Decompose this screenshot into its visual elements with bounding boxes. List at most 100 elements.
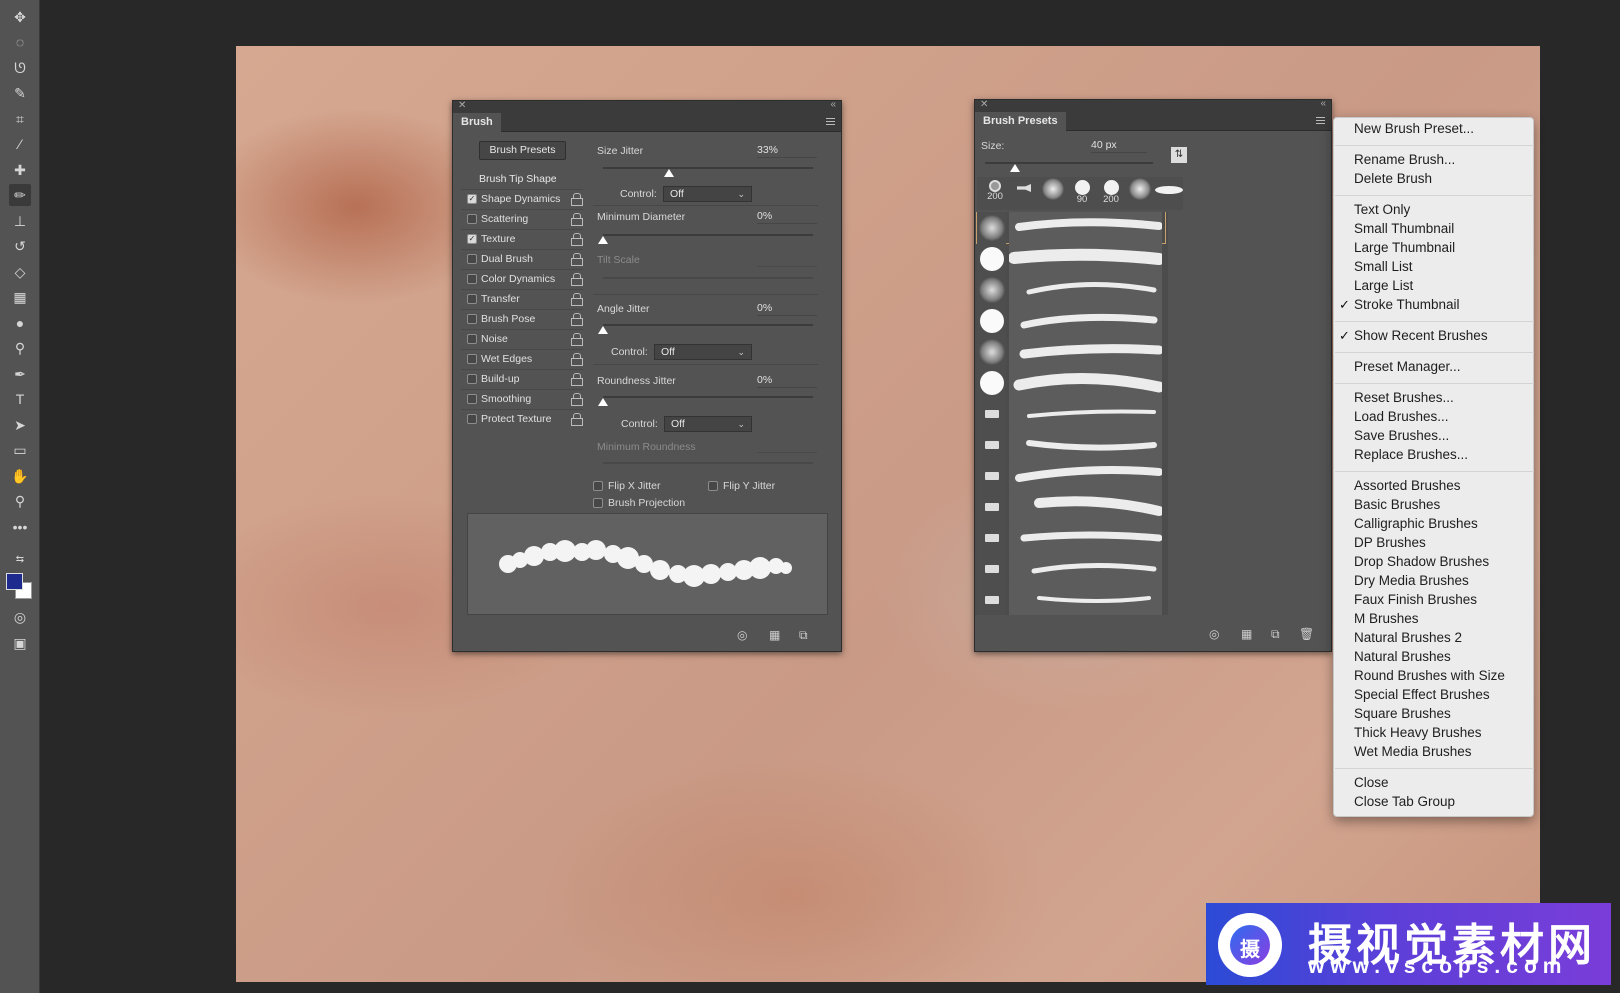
trash-icon[interactable]: 🗑	[1299, 627, 1314, 641]
brush-preset-item[interactable]	[977, 491, 1165, 522]
angle-jitter-thumb[interactable]	[598, 326, 608, 334]
brush-option-row[interactable]: Build-up	[461, 369, 583, 388]
brush-option-row[interactable]: ✓ Texture	[461, 229, 583, 248]
brush-preset-item[interactable]	[977, 429, 1165, 460]
brush-preset-item[interactable]	[976, 212, 1166, 244]
brush-option-row[interactable]: Brush Pose	[461, 309, 583, 328]
path-select-icon[interactable]: ➤	[9, 414, 31, 436]
menu-brush-library[interactable]: Round Brushes with Size	[1354, 668, 1505, 683]
menu-close[interactable]: Close	[1354, 775, 1389, 790]
brush-preset-item[interactable]	[977, 522, 1165, 553]
lock-icon[interactable]	[571, 233, 583, 246]
swap-colors-icon[interactable]: ⇆	[9, 548, 31, 570]
option-checkbox[interactable]	[467, 334, 477, 344]
menu-view-mode[interactable]: Large Thumbnail	[1354, 240, 1455, 255]
grid-icon[interactable]: ▦	[1241, 627, 1252, 641]
pen-icon[interactable]: ✒	[9, 363, 31, 385]
menu-brush-library[interactable]: Drop Shadow Brushes	[1354, 554, 1489, 569]
dodge-icon[interactable]: ⚲	[9, 337, 31, 359]
marquee-icon[interactable]: ◌	[9, 31, 31, 53]
option-checkbox[interactable]	[467, 314, 477, 324]
menu-show-recent-brushes[interactable]: Show Recent Brushes	[1354, 328, 1488, 343]
lock-icon[interactable]	[571, 293, 583, 306]
stamp-icon[interactable]: ⊥	[9, 210, 31, 232]
screen-mode-icon[interactable]: ▣	[9, 632, 31, 654]
brush-preset-item[interactable]	[977, 584, 1165, 615]
menu-brush-library[interactable]: M Brushes	[1354, 611, 1419, 626]
menu-brush-library[interactable]: DP Brushes	[1354, 535, 1426, 550]
menu-new-brush-preset[interactable]: New Brush Preset...	[1354, 121, 1474, 136]
brush-projection-checkbox[interactable]	[593, 498, 603, 508]
flip-y-checkbox[interactable]	[708, 481, 718, 491]
menu-view-mode[interactable]: Small List	[1354, 259, 1413, 274]
menu-file-op[interactable]: Load Brushes...	[1354, 409, 1449, 424]
lock-icon[interactable]	[571, 333, 583, 346]
quick-mask-icon[interactable]: ◎	[9, 606, 31, 628]
lock-icon[interactable]	[571, 193, 583, 206]
control-select-2[interactable]: Off ⌄	[654, 344, 752, 360]
menu-brush-library[interactable]: Wet Media Brushes	[1354, 744, 1472, 759]
foreground-color-swatch[interactable]	[6, 573, 23, 590]
collapse-icon[interactable]: «	[830, 99, 836, 110]
menu-view-mode[interactable]: Stroke Thumbnail	[1354, 297, 1460, 312]
recent-brush[interactable]: 200	[1097, 177, 1125, 210]
brush-tip-shape-item[interactable]: Brush Tip Shape	[479, 173, 557, 185]
angle-jitter-value[interactable]: 0%	[757, 302, 817, 316]
menu-brush-library[interactable]: Faux Finish Brushes	[1354, 592, 1477, 607]
brush-option-row[interactable]: Noise	[461, 329, 583, 348]
min-diameter-slider[interactable]	[603, 234, 813, 236]
new-preset-icon[interactable]: ⧉	[799, 628, 808, 643]
roundness-jitter-value[interactable]: 0%	[757, 374, 817, 388]
lock-icon[interactable]	[571, 353, 583, 366]
brush-preset-item[interactable]	[977, 553, 1165, 584]
brush-preset-item[interactable]	[977, 367, 1165, 398]
brush-icon[interactable]: ✏	[9, 184, 31, 206]
recent-brush[interactable]	[1126, 177, 1154, 210]
more-icon[interactable]: •••	[9, 516, 31, 538]
size-jitter-value[interactable]: 33%	[757, 144, 817, 158]
menu-brush-library[interactable]: Basic Brushes	[1354, 497, 1440, 512]
option-checkbox[interactable]	[467, 294, 477, 304]
brush-list[interactable]	[975, 212, 1168, 615]
roundness-jitter-slider[interactable]	[603, 396, 813, 398]
option-checkbox[interactable]	[467, 414, 477, 424]
quick-select-icon[interactable]: ✎	[9, 82, 31, 104]
zoom-icon[interactable]: ⚲	[9, 490, 31, 512]
close-icon[interactable]: ✕	[980, 99, 988, 110]
tab-brush[interactable]: Brush	[453, 113, 501, 132]
brush-option-row[interactable]: ✓ Shape Dynamics	[461, 189, 583, 208]
tab-brush-presets[interactable]: Brush Presets	[975, 112, 1066, 131]
lasso-icon[interactable]: ᘎ	[9, 57, 31, 79]
visibility-toggle-icon[interactable]: ◎	[737, 628, 747, 642]
lock-icon[interactable]	[571, 413, 583, 426]
brush-option-row[interactable]: Scattering	[461, 209, 583, 228]
brush-preset-item[interactable]	[977, 460, 1165, 491]
lock-icon[interactable]	[571, 273, 583, 286]
menu-file-op[interactable]: Save Brushes...	[1354, 428, 1449, 443]
menu-brush-library[interactable]: Dry Media Brushes	[1354, 573, 1469, 588]
crop-icon[interactable]: ⌗	[9, 108, 31, 130]
flip-x-checkbox[interactable]	[593, 481, 603, 491]
menu-brush-library[interactable]: Thick Heavy Brushes	[1354, 725, 1482, 740]
panel-menu-icon[interactable]	[826, 118, 835, 125]
brush-preset-item[interactable]	[977, 336, 1165, 367]
grid-icon[interactable]: ▦	[769, 628, 780, 642]
control-select-3[interactable]: Off ⌄	[664, 416, 752, 432]
brush-option-row[interactable]: Transfer	[461, 289, 583, 308]
menu-rename-brush[interactable]: Rename Brush...	[1354, 152, 1455, 167]
recent-brush[interactable]: 90	[1068, 177, 1096, 210]
new-preset-icon[interactable]: ⧉	[1271, 627, 1280, 642]
hand-icon[interactable]: ✋	[9, 465, 31, 487]
brush-preset-item[interactable]	[977, 243, 1165, 274]
recent-brush[interactable]	[1039, 177, 1067, 210]
lock-icon[interactable]	[571, 253, 583, 266]
eyedropper-icon[interactable]: ⁄	[9, 133, 31, 155]
option-checkbox[interactable]	[467, 254, 477, 264]
brush-preset-item[interactable]	[977, 274, 1165, 305]
size-thumb[interactable]	[1010, 164, 1020, 172]
recent-brush[interactable]	[1155, 177, 1183, 210]
menu-file-op[interactable]: Replace Brushes...	[1354, 447, 1468, 462]
brush-presets-button[interactable]: Brush Presets	[479, 141, 566, 160]
history-brush-icon[interactable]: ↺	[9, 235, 31, 257]
menu-view-mode[interactable]: Large List	[1354, 278, 1413, 293]
